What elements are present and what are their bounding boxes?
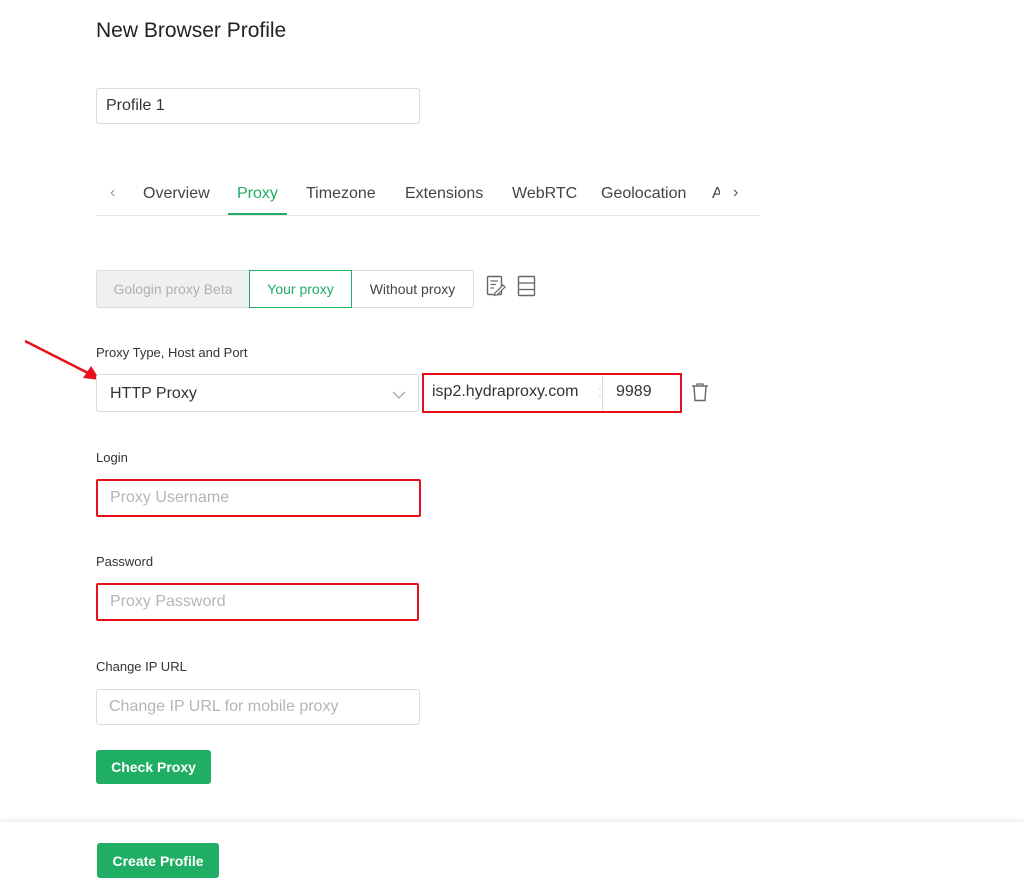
your-proxy-option[interactable]: Your proxy — [249, 270, 352, 308]
create-profile-button[interactable]: Create Profile — [97, 843, 219, 878]
tab-extensions[interactable]: Extensions — [405, 185, 483, 203]
tab-prev-arrow-icon[interactable]: ‹ — [110, 184, 115, 202]
proxy-type-select[interactable]: HTTP Proxy — [96, 374, 419, 412]
annotation-arrow — [20, 336, 104, 389]
change-ip-label: Change IP URL — [96, 659, 187, 674]
profile-name-input[interactable] — [96, 88, 420, 124]
proxy-type-value: HTTP Proxy — [110, 385, 197, 402]
proxy-type-label: Proxy Type, Host and Port — [96, 345, 248, 360]
port-divider — [602, 375, 603, 411]
tab-overview[interactable]: Overview — [143, 185, 210, 203]
edit-icon[interactable] — [486, 275, 506, 302]
active-tab-indicator — [228, 213, 287, 215]
proxy-username-placeholder: Proxy Username — [110, 489, 230, 506]
tab-next-arrow-icon[interactable]: › — [733, 184, 738, 202]
chevron-down-icon — [392, 387, 406, 405]
proxy-password-placeholder: Proxy Password — [110, 593, 226, 610]
host-port-group: isp2.hydraproxy.com : 9989 — [422, 373, 682, 413]
tab-webrtc[interactable]: WebRTC — [512, 185, 577, 203]
tab-advanced-clipped[interactable]: Advanced — [712, 185, 720, 203]
check-proxy-button[interactable]: Check Proxy — [96, 750, 211, 784]
tab-bar: ‹ Overview Proxy Timezone Extensions Web… — [96, 176, 760, 216]
tab-timezone[interactable]: Timezone — [306, 185, 376, 203]
without-proxy-option[interactable]: Without proxy — [351, 270, 474, 308]
tab-geolocation[interactable]: Geolocation — [601, 185, 686, 203]
password-label: Password — [96, 554, 154, 569]
proxy-password-field[interactable]: Proxy Password — [96, 583, 419, 621]
proxy-host-input[interactable]: isp2.hydraproxy.com — [432, 383, 592, 401]
change-ip-url-input[interactable] — [96, 689, 420, 725]
tab-proxy[interactable]: Proxy — [237, 185, 278, 203]
login-label: Login — [96, 450, 128, 465]
trash-icon[interactable] — [691, 382, 709, 407]
proxy-port-input[interactable]: 9989 — [616, 383, 652, 401]
list-icon[interactable] — [517, 275, 537, 302]
proxy-username-field[interactable]: Proxy Username — [96, 479, 421, 517]
gologin-proxy-option[interactable]: Gologin proxy Beta — [96, 270, 250, 308]
page-title: New Browser Profile — [96, 19, 287, 42]
